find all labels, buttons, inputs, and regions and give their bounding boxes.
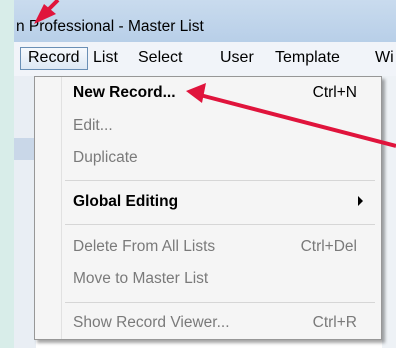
menu-item-label: Edit... xyxy=(73,117,113,134)
menu-item-shortcut: Ctrl+Del xyxy=(300,238,357,255)
menu-item-show-record-viewer[interactable]: Show Record Viewer... Ctrl+R xyxy=(73,314,373,332)
menu-item-edit[interactable]: Edit... xyxy=(73,117,373,135)
menu-user[interactable]: User xyxy=(220,49,254,67)
menu-item-label: Duplicate xyxy=(73,149,138,166)
icon-column-divider xyxy=(61,77,62,339)
background-right-pane xyxy=(382,76,396,348)
record-menu-dropdown: New Record... Ctrl+N Edit... Duplicate G… xyxy=(34,76,382,340)
menu-record[interactable]: Record xyxy=(20,47,88,70)
window-title: n Professional - Master List xyxy=(16,18,204,35)
menu-item-label: Show Record Viewer... xyxy=(73,314,230,331)
menu-item-move-to-master-list[interactable]: Move to Master List xyxy=(73,270,373,288)
menu-separator xyxy=(65,180,375,181)
menu-template[interactable]: Template xyxy=(275,49,340,67)
menu-item-shortcut: Ctrl+R xyxy=(312,314,357,331)
menu-item-label: Move to Master List xyxy=(73,270,209,287)
menu-item-shortcut: Ctrl+N xyxy=(312,84,357,101)
menu-item-global-editing[interactable]: Global Editing xyxy=(73,193,373,211)
menu-item-delete-from-all-lists[interactable]: Delete From All Lists Ctrl+Del xyxy=(73,238,373,256)
menu-item-duplicate[interactable]: Duplicate xyxy=(73,149,373,167)
menu-select[interactable]: Select xyxy=(138,49,182,67)
menu-item-label: Delete From All Lists xyxy=(73,238,216,255)
menu-separator xyxy=(65,224,375,225)
menu-bar: Record List Select User Template Wi xyxy=(14,42,396,77)
menu-item-label: New Record... xyxy=(73,84,176,101)
submenu-arrow-icon xyxy=(358,196,363,206)
menu-window[interactable]: Wi xyxy=(375,49,394,67)
background-row-highlight xyxy=(14,138,36,160)
title-bar: n Professional - Master List xyxy=(14,0,396,42)
menu-item-label: Global Editing xyxy=(73,193,179,210)
menu-list[interactable]: List xyxy=(93,49,118,67)
menu-separator xyxy=(65,302,375,303)
menu-item-new-record[interactable]: New Record... Ctrl+N xyxy=(73,84,373,102)
background-left-pane xyxy=(14,76,36,348)
